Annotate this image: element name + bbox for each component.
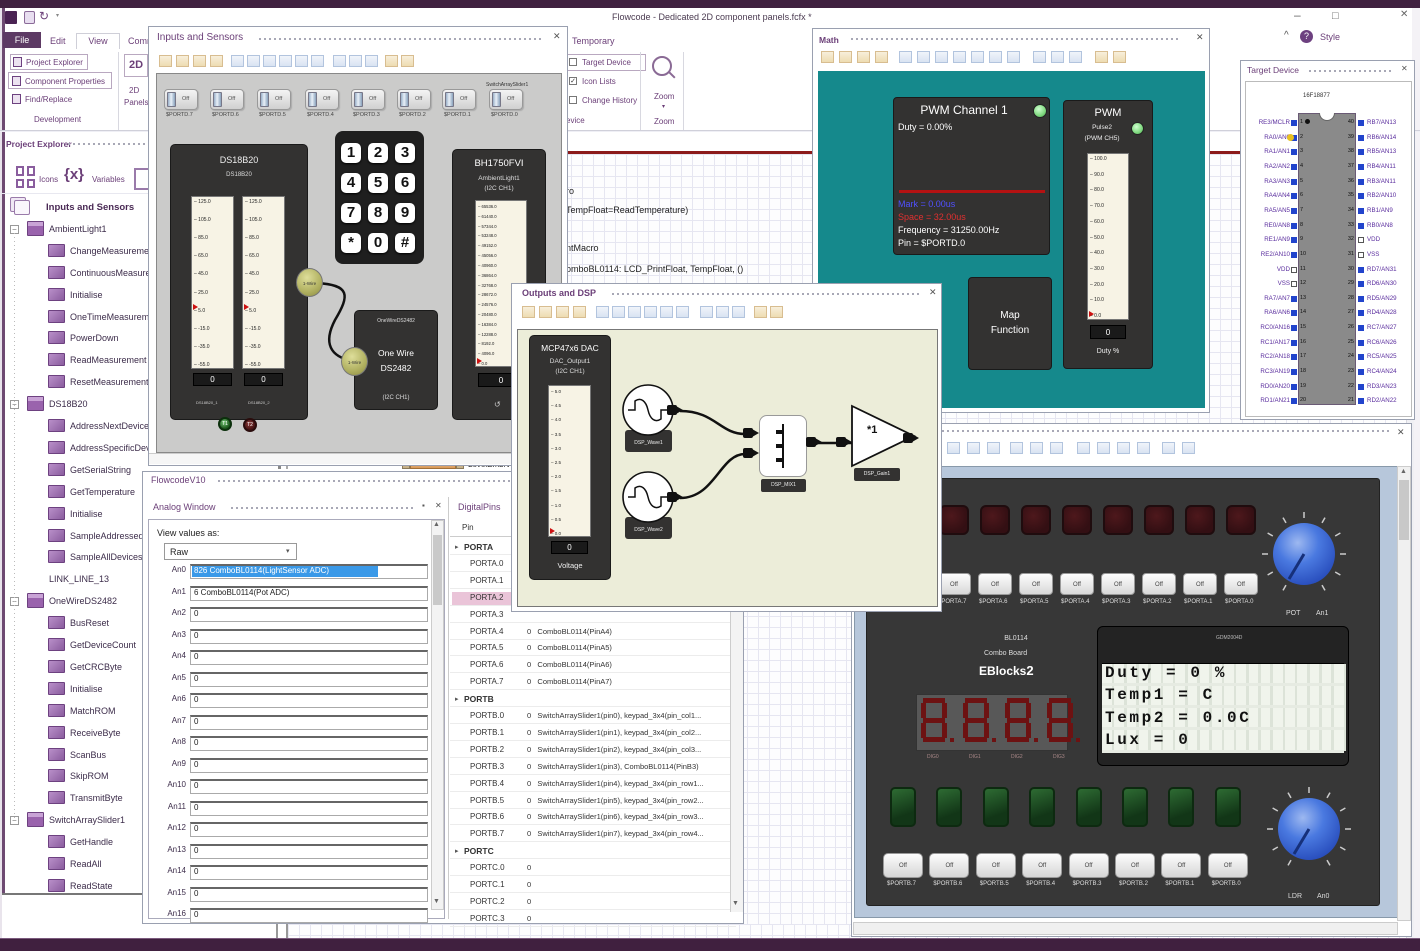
- svg-text:*1: *1: [867, 424, 877, 436]
